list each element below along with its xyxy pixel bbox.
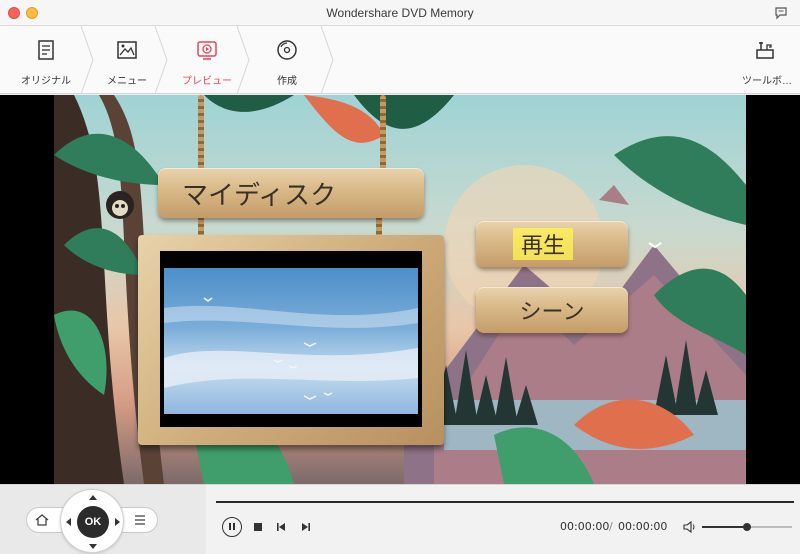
home-icon[interactable] — [32, 511, 52, 529]
document-icon — [38, 40, 54, 60]
stop-button[interactable] — [254, 523, 262, 531]
scenes-menu-button[interactable]: シーン — [476, 287, 628, 333]
play-menu-label: 再生 — [512, 228, 573, 260]
workflow-toolbar: オリジナル メニュー プレビュー 作成 ツールボ… — [0, 26, 800, 94]
play-menu-button[interactable]: 再生 — [476, 221, 628, 267]
video-frame — [138, 235, 444, 445]
step-separator — [236, 26, 250, 94]
feedback-icon[interactable] — [774, 6, 788, 20]
step-preview[interactable]: プレビュー — [170, 26, 244, 94]
step-burn-label: 作成 — [277, 76, 297, 87]
window-title: Wondershare DVD Memory — [326, 6, 474, 20]
pause-button[interactable] — [222, 517, 242, 537]
ok-button[interactable]: OK — [77, 506, 109, 538]
time-separator: / — [609, 520, 613, 533]
left-arrow-button[interactable] — [66, 518, 71, 526]
title-bar: Wondershare DVD Memory — [0, 0, 800, 26]
step-preview-label: プレビュー — [182, 76, 232, 87]
toolbox-icon — [756, 42, 774, 59]
volume-knob[interactable] — [743, 523, 751, 531]
step-burn[interactable]: 作成 — [252, 26, 322, 94]
step-separator — [320, 26, 334, 94]
previous-chapter-icon[interactable] — [275, 521, 287, 533]
total-time: 00:00:00 — [618, 520, 668, 533]
rope — [380, 95, 386, 175]
disc-title: マイディスク — [182, 180, 337, 211]
video-thumbnail — [164, 268, 418, 414]
image-icon — [117, 41, 137, 59]
disc-burn-icon — [277, 40, 297, 60]
remote-navigation: OK — [0, 485, 206, 554]
scenes-menu-label: シーン — [519, 300, 585, 325]
video-letterbox — [160, 251, 422, 427]
menu-title-sign: マイディスク — [158, 168, 424, 218]
right-arrow-button[interactable] — [115, 518, 120, 526]
step-menu[interactable]: メニュー — [92, 26, 162, 94]
player-controls: OK 00:00:00 / 00:00:00 — [0, 484, 800, 554]
down-arrow-button[interactable] — [89, 544, 97, 549]
volume-level — [702, 526, 747, 528]
dvd-menu-preview: マイディスク 再生 シーン — [54, 95, 746, 484]
volume-slider[interactable] — [702, 523, 792, 531]
sky-with-birds-image — [164, 297, 418, 400]
step-original[interactable]: オリジナル — [0, 26, 92, 94]
step-separator — [154, 26, 168, 94]
up-arrow-button[interactable] — [89, 495, 97, 500]
playback-progress-bar[interactable] — [216, 501, 794, 503]
toolbox-label: ツールボ… — [742, 76, 792, 87]
rope — [198, 95, 204, 175]
volume-icon[interactable] — [683, 520, 697, 534]
dpad: OK — [60, 489, 124, 553]
next-chapter-icon[interactable] — [300, 521, 312, 533]
toolbox-button[interactable]: ツールボ… — [730, 26, 800, 94]
step-menu-label: メニュー — [107, 76, 147, 87]
menu-list-icon[interactable] — [130, 511, 150, 529]
current-time: 00:00:00 — [560, 520, 610, 533]
step-original-label: オリジナル — [21, 76, 71, 87]
preview-stage: マイディスク 再生 シーン — [0, 95, 800, 484]
play-preview-icon — [197, 41, 217, 60]
